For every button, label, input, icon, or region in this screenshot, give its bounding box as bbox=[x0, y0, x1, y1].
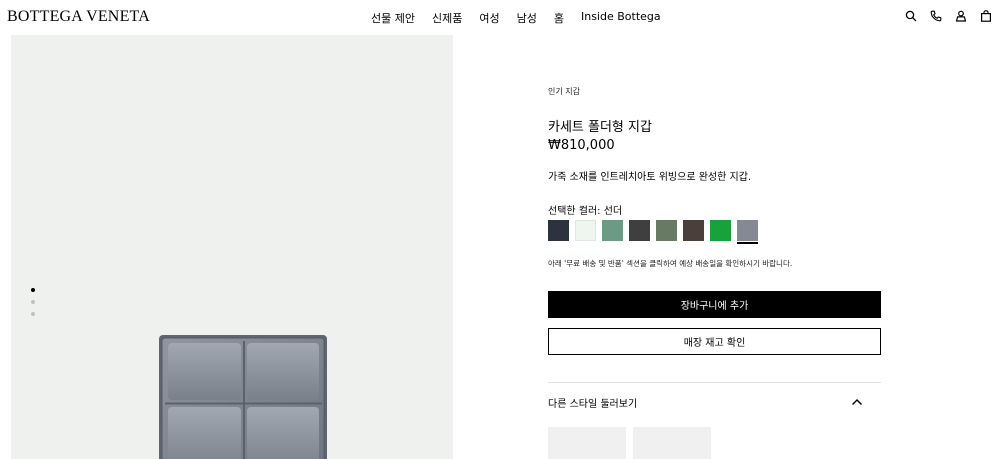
gallery-dot-3[interactable] bbox=[31, 312, 35, 316]
product-description: 가죽 소재를 인트레치아토 위빙으로 완성한 지갑. bbox=[548, 172, 752, 183]
nav-item-men[interactable]: 남성 bbox=[517, 10, 537, 26]
color-swatch-5[interactable] bbox=[656, 220, 677, 241]
section-divider bbox=[548, 382, 881, 383]
add-to-cart-button[interactable]: 장바구니에 추가 bbox=[548, 291, 881, 318]
color-swatch-3[interactable] bbox=[602, 220, 623, 241]
nav-item-inside-bottega[interactable]: Inside Bottega bbox=[581, 10, 661, 26]
product-image-gallery[interactable] bbox=[11, 35, 453, 459]
nav-item-home[interactable]: 홈 bbox=[554, 10, 564, 26]
gallery-dot-2[interactable] bbox=[31, 300, 35, 304]
gallery-pagination bbox=[31, 288, 35, 316]
wallet-product-image bbox=[159, 335, 327, 459]
header-icons bbox=[905, 10, 992, 22]
nav-item-women[interactable]: 여성 bbox=[479, 10, 499, 26]
gallery-dot-1[interactable] bbox=[31, 288, 35, 292]
color-swatch-8[interactable] bbox=[737, 220, 758, 244]
color-swatch-2[interactable] bbox=[575, 220, 596, 241]
style-thumbnail-1[interactable] bbox=[548, 427, 626, 459]
nav-item-new-arrivals[interactable]: 신제품 bbox=[432, 10, 462, 26]
nav-item-gifts[interactable]: 선물 제안 bbox=[371, 10, 415, 26]
main-nav: 선물 제안 신제품 여성 남성 홈 Inside Bottega bbox=[371, 10, 661, 26]
account-icon[interactable] bbox=[955, 10, 967, 22]
color-swatch-4[interactable] bbox=[629, 220, 650, 241]
other-styles-thumbnails bbox=[548, 427, 711, 459]
chevron-up-icon[interactable] bbox=[850, 395, 864, 409]
color-swatch-1[interactable] bbox=[548, 220, 569, 241]
other-styles-label: 다른 스타일 둘러보기 bbox=[548, 398, 638, 410]
breadcrumb[interactable]: 인기 지갑 bbox=[548, 86, 580, 97]
color-swatch-7[interactable] bbox=[710, 220, 731, 241]
bag-icon[interactable] bbox=[980, 10, 992, 22]
shipping-note: 아래 '무료 배송 및 반품' 섹션을 클릭하여 예상 배송일을 확인하시기 바… bbox=[548, 259, 793, 268]
product-title: 카세트 폴더형 지갑 bbox=[548, 120, 652, 135]
selected-color-label: 선택한 컬러: 선더 bbox=[548, 206, 623, 217]
other-styles-accordion[interactable]: 다른 스타일 둘러보기 bbox=[548, 390, 881, 414]
search-icon[interactable] bbox=[905, 10, 917, 22]
color-swatches bbox=[548, 220, 758, 244]
phone-icon[interactable] bbox=[930, 10, 942, 22]
brand-logo[interactable]: BOTTEGA VENETA bbox=[7, 8, 150, 26]
style-thumbnail-2[interactable] bbox=[633, 427, 711, 459]
check-store-stock-button[interactable]: 매장 재고 확인 bbox=[548, 328, 881, 355]
product-price: ₩810,000 bbox=[548, 138, 615, 153]
color-swatch-6[interactable] bbox=[683, 220, 704, 241]
